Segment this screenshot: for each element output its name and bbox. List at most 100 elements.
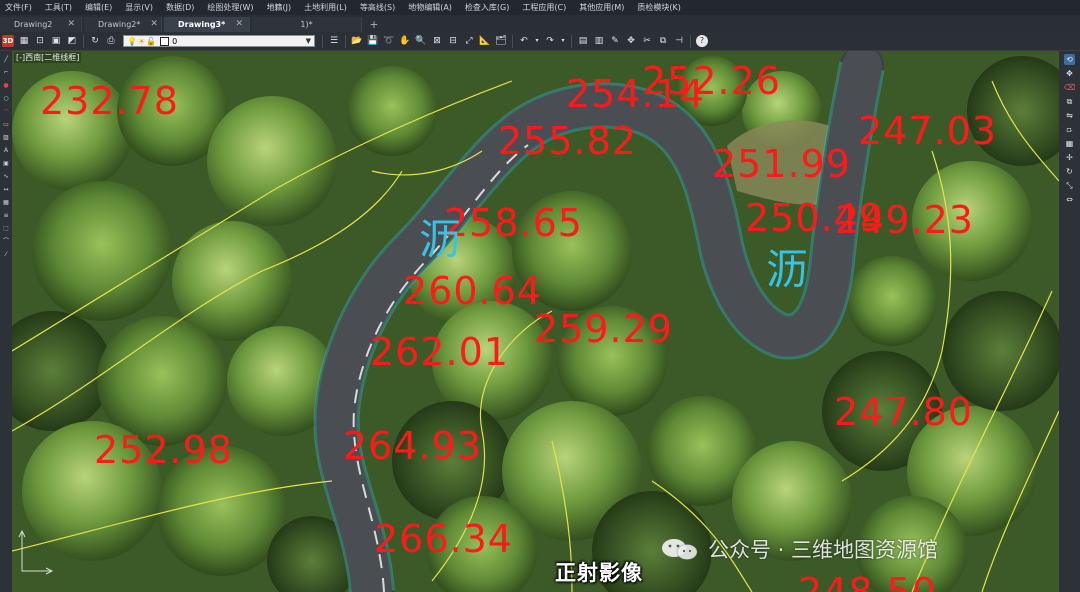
rectangle-icon[interactable]: ▭ bbox=[2, 120, 11, 129]
tab-drawing2-modified[interactable]: Drawing2* ✕ bbox=[84, 17, 162, 32]
layer-name: 0 bbox=[172, 36, 178, 46]
pan-icon[interactable]: ✥ bbox=[1064, 68, 1075, 79]
menu-edit[interactable]: 编辑(E) bbox=[80, 0, 120, 15]
menu-engineering[interactable]: 工程应用(C) bbox=[517, 0, 574, 15]
menu-view[interactable]: 显示(V) bbox=[120, 0, 161, 15]
point-icon[interactable]: ● bbox=[2, 81, 11, 90]
measure-icon[interactable]: 📐 bbox=[479, 35, 491, 47]
zoom-previous-icon[interactable]: ⊟ bbox=[447, 35, 459, 47]
slash-icon[interactable]: ⁄ bbox=[2, 250, 11, 259]
elevation-label: 232.78 bbox=[40, 79, 179, 123]
array-icon[interactable]: ▦ bbox=[1064, 138, 1075, 149]
stretch-icon[interactable]: ⇔ bbox=[1064, 194, 1075, 205]
zoom-realtime-icon[interactable]: 🔍 bbox=[415, 35, 427, 47]
image-icon[interactable]: ▣ bbox=[50, 35, 62, 47]
move-icon[interactable]: ✢ bbox=[1064, 152, 1075, 163]
scale-icon[interactable]: ⤡ bbox=[1064, 180, 1075, 191]
layer-dropdown[interactable]: 💡☀🔓 0 ▼ bbox=[123, 35, 315, 47]
spline-icon[interactable]: ∿ bbox=[2, 172, 11, 181]
asphalt-road-label: 沥 bbox=[766, 245, 809, 294]
watermark-text: 公众号 · 三维地图资源馆 bbox=[708, 538, 939, 562]
tab-drawing3[interactable]: Drawing3* ✕ bbox=[164, 17, 250, 32]
edit-image-icon[interactable]: ◩ bbox=[66, 35, 78, 47]
print-icon[interactable]: ⎙ bbox=[105, 35, 117, 47]
zoom-window2-icon[interactable]: ⊠ bbox=[431, 35, 443, 47]
menu-contour[interactable]: 等高线(S) bbox=[355, 0, 403, 15]
text-icon[interactable]: A bbox=[2, 146, 11, 155]
block-icon[interactable]: ▣ bbox=[2, 159, 11, 168]
close-icon[interactable]: ✕ bbox=[67, 17, 75, 32]
3d-view-button[interactable]: 3D bbox=[2, 35, 14, 47]
elevation-label: 264.93 bbox=[343, 424, 482, 468]
move-icon[interactable]: ✥ bbox=[625, 35, 637, 47]
elevation-label: 252.98 bbox=[94, 428, 233, 472]
hatch-icon[interactable]: ▨ bbox=[2, 133, 11, 142]
chevron-down-icon: ▼ bbox=[305, 37, 311, 45]
help-icon[interactable]: ? bbox=[696, 35, 708, 47]
menu-data[interactable]: 数据(D) bbox=[161, 0, 202, 15]
tab-drawing2[interactable]: Drawing2 ✕ bbox=[0, 17, 82, 32]
toolbar-divider bbox=[690, 34, 691, 48]
circle-icon[interactable]: ○ bbox=[2, 94, 11, 103]
mirror-icon[interactable]: ⇋ bbox=[1064, 110, 1075, 121]
grid-icon[interactable]: ▦ bbox=[18, 35, 30, 47]
right-tool-strip: ⟲ ✥ ⌫ ⧉ ⇋ ⟥ ▦ ✢ ↻ ⤡ ⇔ bbox=[1059, 51, 1080, 592]
tab-label: Drawing2* bbox=[98, 20, 141, 29]
close-icon[interactable]: ✕ bbox=[235, 17, 243, 32]
toolbar-divider bbox=[512, 34, 513, 48]
table-icon[interactable]: ▥ bbox=[593, 35, 605, 47]
elevation-label: 266.34 bbox=[374, 517, 513, 561]
elevation-label: 251.99 bbox=[712, 142, 851, 186]
list-icon[interactable]: ☰ bbox=[328, 35, 340, 47]
table-icon[interactable]: ▦ bbox=[2, 198, 11, 207]
close-icon[interactable]: ✕ bbox=[150, 17, 158, 32]
menu-quality-check[interactable]: 质检模块(K) bbox=[632, 0, 689, 15]
copy-icon[interactable]: ⧉ bbox=[657, 35, 669, 47]
rotate-icon[interactable]: ↻ bbox=[1064, 166, 1075, 177]
scissors-icon[interactable]: ✂ bbox=[641, 35, 653, 47]
copy-icon[interactable]: ⧉ bbox=[1064, 96, 1075, 107]
zoom-extents-icon[interactable]: ⤢ bbox=[463, 35, 475, 47]
toolbar-divider bbox=[345, 34, 346, 48]
chevron-down-icon[interactable]: ▾ bbox=[560, 35, 566, 47]
ucs-axis-icon bbox=[18, 529, 54, 575]
open-folder-icon[interactable]: 📂 bbox=[351, 35, 363, 47]
tab-label: Drawing2 bbox=[14, 20, 53, 29]
dimension-icon[interactable]: ↔ bbox=[2, 185, 11, 194]
trim-icon[interactable]: ⊣ bbox=[673, 35, 685, 47]
lasso-icon[interactable]: ➰ bbox=[383, 35, 395, 47]
properties-icon[interactable]: ▤ bbox=[577, 35, 589, 47]
chevron-down-icon[interactable]: ▾ bbox=[534, 35, 540, 47]
drawing-canvas[interactable]: [-]西南[二维线框] 232.78 254.14 252.26 255.82 … bbox=[12, 51, 1059, 592]
menu-draw-process[interactable]: 绘图处理(W) bbox=[202, 0, 261, 15]
layer-icon[interactable]: ≡ bbox=[2, 211, 11, 220]
orbit-icon[interactable]: ⟲ bbox=[1064, 54, 1075, 65]
tab-untitled[interactable]: 1)* bbox=[252, 17, 362, 32]
viewport-control-label[interactable]: [-]西南[二维线框] bbox=[14, 52, 82, 63]
pencil-icon[interactable]: ✎ bbox=[609, 35, 621, 47]
undo-icon[interactable]: ↶ bbox=[518, 35, 530, 47]
offset-icon[interactable]: ⟥ bbox=[1064, 124, 1075, 135]
zoom-window-icon[interactable]: ⊡ bbox=[34, 35, 46, 47]
menu-check-import[interactable]: 检查入库(G) bbox=[460, 0, 517, 15]
polyline-icon[interactable]: ⌐ bbox=[2, 68, 11, 77]
menu-feature-edit[interactable]: 地物编辑(A) bbox=[403, 0, 460, 15]
menu-other-apps[interactable]: 其他应用(M) bbox=[574, 0, 632, 15]
layer-manager-icon[interactable]: 🗂 bbox=[495, 35, 507, 47]
menu-tools[interactable]: 工具(T) bbox=[40, 0, 80, 15]
pan-hand-icon[interactable]: ✋ bbox=[399, 35, 411, 47]
menu-file[interactable]: 文件(F) bbox=[0, 0, 40, 15]
elevation-label: 255.82 bbox=[498, 119, 637, 163]
menu-land-use[interactable]: 土地利用(L) bbox=[299, 0, 355, 15]
menu-cadastre[interactable]: 地籍(J) bbox=[262, 0, 300, 15]
elevation-label: 259.29 bbox=[534, 307, 673, 351]
redo-icon[interactable]: ↷ bbox=[544, 35, 556, 47]
refresh-icon[interactable]: ↻ bbox=[89, 35, 101, 47]
save-icon[interactable]: 💾 bbox=[367, 35, 379, 47]
eraser-icon[interactable]: ⌫ bbox=[1064, 82, 1075, 93]
new-tab-button[interactable]: + bbox=[364, 17, 384, 32]
selection-icon[interactable]: ⬚ bbox=[2, 224, 11, 233]
arc-icon[interactable]: ◠ bbox=[2, 107, 11, 116]
curve-icon[interactable]: ⌒ bbox=[2, 237, 11, 246]
line-icon[interactable]: ╱ bbox=[2, 55, 11, 64]
